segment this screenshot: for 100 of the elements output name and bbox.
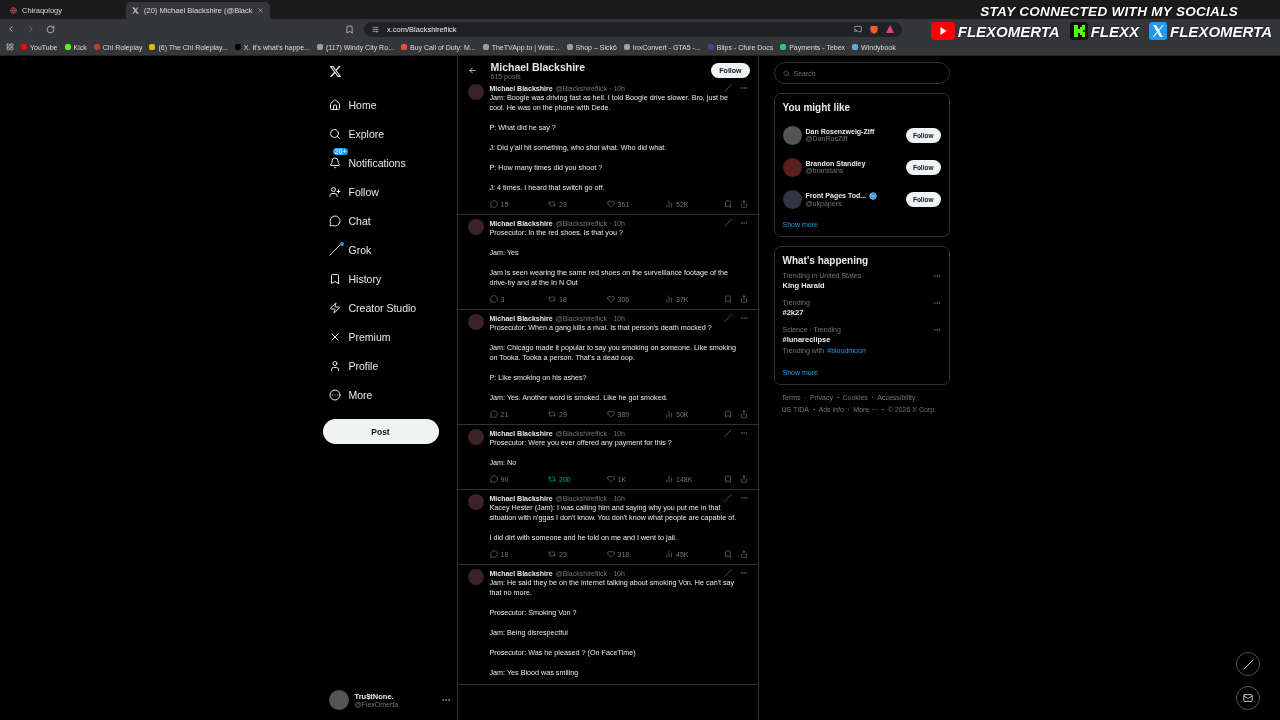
nav-item[interactable]: Premium [318, 322, 457, 351]
card-title: You might like [782, 102, 852, 113]
avatar [467, 494, 484, 510]
cast-icon[interactable] [854, 25, 862, 33]
nav-item[interactable]: Explore [318, 119, 457, 148]
nav-item[interactable]: Chat [318, 206, 457, 235]
nav-label: History [348, 272, 382, 285]
more-icon[interactable] [739, 494, 748, 502]
repost-icon[interactable] [548, 410, 556, 418]
like-icon[interactable] [606, 295, 615, 303]
nav-icon [328, 301, 341, 314]
views-icon[interactable] [665, 550, 673, 558]
bookmark-icon[interactable] [723, 410, 732, 418]
more-icon[interactable] [739, 84, 748, 92]
chat-button[interactable] [1236, 686, 1260, 710]
more-icon[interactable] [739, 429, 748, 437]
repost-icon[interactable] [548, 200, 556, 208]
back-icon[interactable] [6, 24, 16, 34]
reply-icon[interactable] [489, 475, 498, 483]
nav-label: Profile [348, 359, 379, 372]
more-icon[interactable] [932, 326, 941, 334]
bookmark-icon[interactable] [723, 550, 732, 558]
more-icon[interactable] [932, 272, 941, 280]
share-icon[interactable] [739, 295, 748, 303]
more-icon[interactable] [739, 219, 748, 227]
grok-button[interactable] [1236, 652, 1260, 676]
bookmark-icon[interactable] [345, 24, 354, 34]
avatar [467, 429, 484, 445]
repost-icon[interactable] [548, 295, 556, 303]
x-logo [328, 65, 342, 78]
share-icon[interactable] [739, 475, 748, 483]
like-icon[interactable] [606, 410, 615, 418]
avatar [467, 314, 484, 330]
social-handle: FLEXOMERTA [1170, 22, 1272, 40]
more-icon[interactable] [932, 299, 941, 307]
nav-label: Creator Studio [348, 301, 417, 314]
share-icon[interactable] [739, 410, 748, 418]
apps-icon[interactable] [6, 43, 14, 51]
search-icon [782, 69, 790, 77]
views-icon[interactable] [665, 475, 673, 483]
profile-name: Michael Blackshire [490, 61, 586, 73]
nav-icon [328, 388, 341, 401]
social-handle: FLEXOMERTA [957, 22, 1060, 40]
nav-label: Chat [348, 214, 371, 227]
nav-label: Premium [348, 330, 391, 343]
reload-icon[interactable] [46, 24, 55, 34]
share-icon[interactable] [739, 200, 748, 208]
more-icon[interactable] [739, 314, 748, 322]
nav-label: Explore [348, 127, 385, 140]
nav-icon [328, 127, 341, 140]
nav-icon [328, 214, 341, 227]
reply-icon[interactable] [489, 295, 498, 303]
post-button[interactable]: Post [322, 419, 439, 444]
share-icon[interactable] [739, 550, 748, 558]
reply-icon[interactable] [489, 410, 498, 418]
avatar [782, 125, 802, 145]
avatar [782, 157, 802, 177]
nav-icon [328, 156, 341, 169]
nav-icon [328, 185, 341, 198]
nav-item[interactable]: Grok [318, 235, 457, 264]
like-icon[interactable] [606, 550, 615, 558]
back-arrow-icon[interactable] [467, 66, 477, 75]
avatar [467, 569, 484, 585]
lion-shield-icon[interactable] [870, 24, 878, 34]
nav-item[interactable]: More [318, 380, 457, 409]
bookmark-icon[interactable] [723, 200, 732, 208]
nav-item[interactable]: Profile [318, 351, 457, 380]
reply-icon[interactable] [489, 200, 498, 208]
avatar [328, 690, 349, 710]
like-icon[interactable] [606, 200, 615, 208]
nav-item[interactable]: Home [318, 90, 457, 119]
views-icon[interactable] [665, 410, 673, 418]
like-icon[interactable] [606, 475, 615, 483]
site-settings-icon[interactable] [372, 25, 379, 33]
card-title: What's happening [782, 255, 870, 266]
nav-label: Follow [348, 185, 379, 198]
x-logo-icon [1149, 22, 1168, 40]
triangle-icon[interactable] [886, 25, 894, 33]
nav-item[interactable]: Follow [318, 177, 457, 206]
bookmark-icon[interactable] [723, 475, 732, 483]
reply-icon[interactable] [489, 550, 498, 558]
play-logo-icon [930, 22, 955, 40]
nav-label: Grok [348, 243, 372, 256]
more-icon[interactable] [739, 569, 748, 577]
repost-icon[interactable] [548, 550, 556, 558]
avatar [467, 84, 484, 100]
close-tab-icon[interactable] [257, 7, 265, 14]
avatar [782, 189, 802, 209]
bookmark-icon[interactable] [723, 295, 732, 303]
forward-icon[interactable] [26, 24, 36, 34]
mail-icon [1243, 693, 1253, 703]
nav-item[interactable]: Creator Studio [318, 293, 457, 322]
nav-item[interactable]: History [318, 264, 457, 293]
overlay-heading: STAY CONNECTED WITH MY SOCIALS [980, 4, 1238, 19]
social-handle: FLEXX [1090, 22, 1140, 40]
repost-icon[interactable] [548, 475, 556, 483]
x-logo-icon [132, 7, 139, 14]
views-icon[interactable] [665, 200, 673, 208]
views-icon[interactable] [665, 295, 673, 303]
site-icon [10, 7, 17, 14]
